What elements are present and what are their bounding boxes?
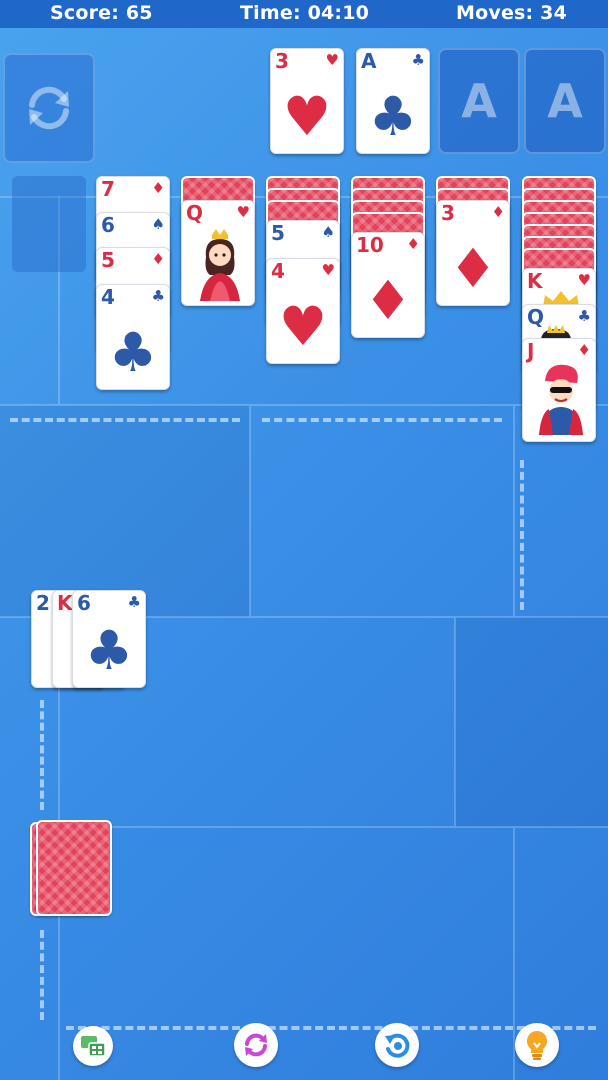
- club-icon: ♣: [151, 287, 165, 305]
- diamond-icon: ♦: [491, 203, 505, 221]
- hint-button[interactable]: [515, 1023, 559, 1067]
- heart-icon: ♥: [282, 85, 332, 148]
- foundation-slot[interactable]: A: [438, 48, 520, 154]
- club-icon: ♣: [577, 307, 591, 325]
- foundation-slot[interactable]: A: [524, 48, 606, 154]
- card-rank: 7: [101, 177, 115, 201]
- empty-slot: [12, 176, 86, 272]
- moves-label: Moves: 34: [456, 2, 567, 24]
- spade-icon: ♠: [321, 223, 335, 241]
- foundation-slot-label: A: [547, 74, 583, 128]
- heart-icon: ♥: [321, 261, 335, 279]
- club-icon: ♣: [368, 85, 418, 148]
- card-rank: 5: [101, 248, 115, 272]
- club-icon: ♣: [108, 321, 158, 384]
- card-rank: 6: [77, 591, 91, 615]
- felt-patch: [0, 405, 250, 617]
- card-rank: J: [527, 339, 535, 363]
- foundation-card-hearts[interactable]: 3 ♥ ♥: [270, 48, 344, 154]
- card-rank: 3: [275, 49, 289, 73]
- felt-seam: [454, 618, 456, 826]
- club-icon: ♣: [127, 593, 141, 611]
- diamond-icon: ♦: [151, 179, 165, 197]
- heart-icon: ♥: [236, 203, 250, 221]
- spade-icon: ♠: [151, 215, 165, 233]
- foundation-card-clubs[interactable]: A ♣ ♣: [356, 48, 430, 154]
- score-label: Score: 65: [50, 2, 153, 24]
- heart-icon: ♥: [577, 271, 591, 289]
- card-rank: Q: [186, 201, 204, 225]
- card-rank: 5: [271, 221, 285, 245]
- felt-patch: [455, 617, 608, 827]
- felt-stitch: [40, 700, 44, 810]
- card-rank: K: [57, 591, 73, 615]
- felt-seam: [60, 826, 608, 828]
- recycle-stock-button[interactable]: [3, 53, 95, 163]
- club-icon: ♣: [84, 619, 134, 682]
- tableau-card[interactable]: 4 ♣ ♣: [96, 284, 170, 390]
- tableau-card[interactable]: 3 ♦ ♦: [436, 200, 510, 306]
- recycle-icon: [29, 86, 69, 130]
- felt-stitch: [10, 418, 240, 422]
- felt-seam: [0, 404, 608, 406]
- undo-button[interactable]: [375, 1023, 419, 1067]
- felt-stitch: [520, 460, 524, 610]
- heart-icon: ♥: [325, 51, 339, 69]
- hud-bar: Score: 65 Time: 04:10 Moves: 34: [0, 0, 608, 28]
- card-rank: 4: [271, 259, 285, 283]
- card-rank: 6: [101, 213, 115, 237]
- diamond-icon: ♦: [406, 235, 420, 253]
- tableau-card[interactable]: Q ♥: [181, 200, 255, 306]
- card-rank: A: [361, 49, 377, 73]
- card-rank: 10: [356, 233, 384, 257]
- foundation-slot-label: A: [461, 74, 497, 128]
- jack-figure-icon: [539, 364, 583, 435]
- shuffle-icon: [245, 1033, 267, 1057]
- felt-stitch: [40, 930, 44, 1020]
- diamond-icon: ♦: [151, 250, 165, 268]
- waste-top-card[interactable]: 6 ♣ ♣: [72, 590, 146, 688]
- felt-seam: [513, 406, 515, 616]
- felt-stitch: [66, 1026, 596, 1030]
- diamond-icon: ♦: [577, 341, 591, 359]
- time-label: Time: 04:10: [240, 2, 370, 24]
- felt-stitch: [262, 418, 502, 422]
- undo-icon: [385, 1033, 410, 1058]
- layout-button[interactable]: [73, 1026, 113, 1066]
- tableau-card[interactable]: 4 ♥ ♥: [266, 258, 340, 364]
- shuffle-button[interactable]: [234, 1023, 278, 1067]
- card-rank: 3: [441, 201, 455, 225]
- heart-icon: ♥: [278, 295, 328, 358]
- hint-bulb-icon: [527, 1031, 547, 1060]
- card-rank: K: [527, 269, 543, 293]
- tableau-card[interactable]: J ♦: [522, 338, 596, 442]
- card-rank: 4: [101, 285, 115, 309]
- diamond-icon: ♦: [363, 269, 413, 332]
- stock-pile[interactable]: [36, 820, 112, 916]
- card-rank: 2: [36, 591, 50, 615]
- queen-figure-icon: [200, 229, 240, 301]
- diamond-icon: ♦: [448, 237, 498, 300]
- club-icon: ♣: [411, 51, 425, 69]
- tableau-card[interactable]: 10 ♦ ♦: [351, 232, 425, 338]
- felt-seam: [249, 406, 251, 616]
- layout-icon: [81, 1036, 106, 1057]
